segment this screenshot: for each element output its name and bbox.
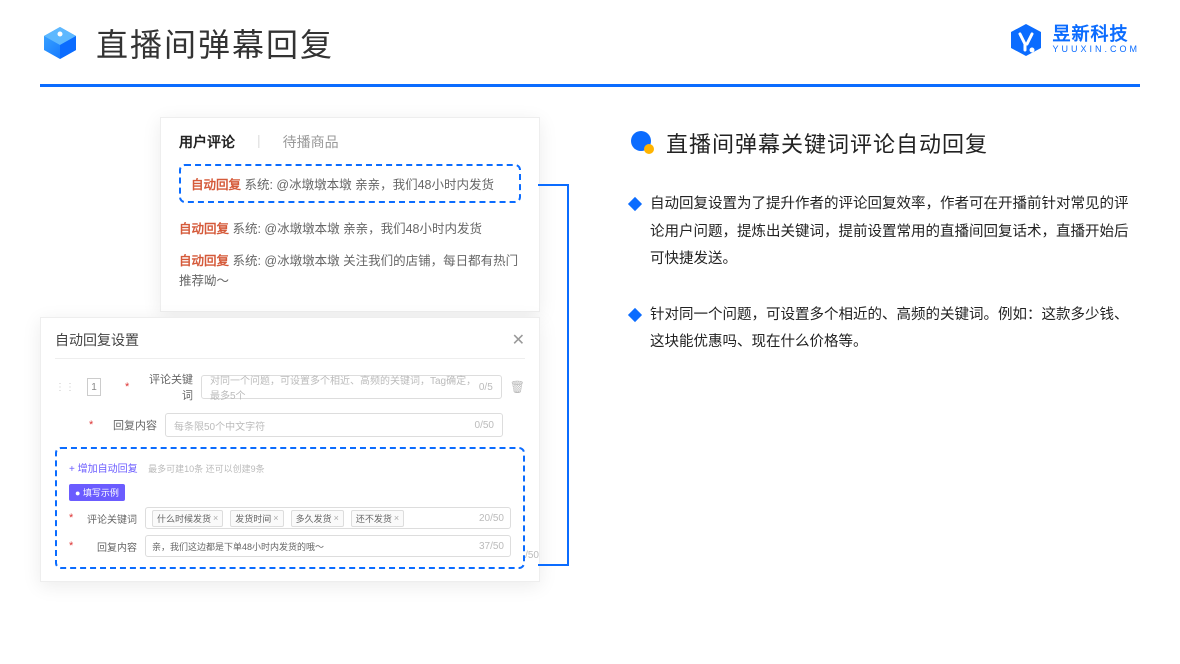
chip-remove-icon[interactable]: ×	[334, 513, 339, 523]
outer-count: /50	[525, 550, 545, 561]
keyword-chip[interactable]: 多久发货×	[291, 510, 344, 527]
ex-label-content: 回复内容	[85, 539, 137, 554]
add-reply-link[interactable]: + 增加自动回复	[69, 464, 138, 475]
keyword-chip[interactable]: 发货时间×	[230, 510, 283, 527]
brand-icon	[1008, 22, 1044, 58]
bubble-icon	[630, 130, 656, 156]
chip-remove-icon[interactable]: ×	[273, 513, 278, 523]
reply-text: 系统: @冰墩墩本墩 关注我们的店铺，每日都有热门推荐呦～	[179, 254, 518, 288]
required-star: *	[125, 381, 133, 393]
tab-user-comments[interactable]: 用户评论	[179, 132, 235, 152]
diamond-icon	[628, 308, 642, 322]
close-icon[interactable]: ✕	[512, 330, 525, 350]
diamond-icon	[628, 197, 642, 211]
keyword-input[interactable]: 对同一个问题，可设置多个相近、高频的关键词，Tag确定，最多5个 0/5	[201, 375, 502, 399]
example-keyword-input[interactable]: 什么时候发货× 发货时间× 多久发货× 还不发货× 20/50	[145, 507, 511, 529]
tab-pending-goods[interactable]: 待播商品	[283, 132, 339, 152]
required-star: *	[89, 419, 97, 431]
chip-remove-icon[interactable]: ×	[394, 513, 399, 523]
keyword-chip[interactable]: 什么时候发货×	[152, 510, 223, 527]
chip-count: 20/50	[479, 513, 504, 524]
label-keyword: 评论关键词	[141, 371, 193, 403]
reply-line-3: 自动回复 系统: @冰墩墩本墩 关注我们的店铺，每日都有热门推荐呦～	[179, 245, 521, 297]
label-content: 回复内容	[105, 417, 157, 433]
settings-modal: 自动回复设置 ✕ ⋮⋮ 1 * 评论关键词 对同一个问题，可设置多个相近、高频的…	[40, 317, 540, 582]
brand-name-cn: 昱新科技	[1052, 25, 1140, 45]
brand-logo: 昱新科技 YUUXIN.COM	[1008, 22, 1140, 58]
drag-handle-icon[interactable]: ⋮⋮	[55, 382, 75, 393]
bullet-text: 自动回复设置为了提升作者的评论回复效率，作者可在开播前针对常见的评论用户问题，提…	[650, 191, 1140, 274]
cube-icon	[40, 23, 80, 63]
chip-container: 什么时候发货× 发货时间× 多久发货× 还不发货×	[152, 510, 407, 527]
keyword-count: 0/5	[479, 382, 493, 393]
keyword-placeholder: 对同一个问题，可设置多个相近、高频的关键词，Tag确定，最多5个	[210, 372, 479, 402]
brand-name-en: YUUXIN.COM	[1052, 45, 1140, 55]
auto-reply-tag: 自动回复	[179, 222, 229, 236]
page-title: 直播间弹幕回复	[96, 20, 334, 66]
reply-line-2: 自动回复 系统: @冰墩墩本墩 亲亲，我们48小时内发货	[179, 213, 521, 245]
example-badge: ● 填写示例	[69, 484, 125, 501]
keyword-chip[interactable]: 还不发货×	[351, 510, 404, 527]
reply-text: 系统: @冰墩墩本墩 亲亲，我们48小时内发货	[241, 178, 494, 192]
content-count: 0/50	[475, 420, 494, 431]
content-placeholder: 每条限50个中文字符	[174, 418, 265, 433]
example-content-text: 亲，我们这边都是下单48小时内发货的哦～	[152, 540, 324, 553]
bullet-2: 针对同一个问题，可设置多个相近的、高频的关键词。例如：这款多少钱、这块能优惠吗、…	[630, 302, 1140, 357]
example-content-count: 37/50	[479, 541, 504, 552]
required-star: *	[69, 512, 77, 524]
tab-divider: |	[257, 132, 261, 152]
trash-icon[interactable]: 🗑	[510, 380, 525, 394]
auto-reply-tag: 自动回复	[191, 178, 241, 192]
row-number: 1	[87, 378, 101, 396]
highlighted-reply: 自动回复 系统: @冰墩墩本墩 亲亲，我们48小时内发货	[179, 164, 521, 203]
ex-label-keyword: 评论关键词	[85, 511, 137, 526]
bullet-text: 针对同一个问题，可设置多个相近的、高频的关键词。例如：这款多少钱、这块能优惠吗、…	[650, 302, 1140, 357]
section-title: 直播间弹幕关键词评论自动回复	[666, 127, 988, 159]
required-star: *	[69, 540, 77, 552]
add-reply-hint: 最多可建10条 还可以创建9条	[148, 464, 265, 474]
auto-reply-tag: 自动回复	[179, 254, 229, 268]
modal-title: 自动回复设置	[55, 330, 139, 350]
example-box: + 增加自动回复 最多可建10条 还可以创建9条 ● 填写示例 * 评论关键词 …	[55, 447, 525, 569]
bullet-1: 自动回复设置为了提升作者的评论回复效率，作者可在开播前针对常见的评论用户问题，提…	[630, 191, 1140, 274]
chip-remove-icon[interactable]: ×	[213, 513, 218, 523]
reply-text: 系统: @冰墩墩本墩 亲亲，我们48小时内发货	[229, 222, 482, 236]
comments-card: 用户评论 | 待播商品 自动回复 系统: @冰墩墩本墩 亲亲，我们48小时内发货…	[160, 117, 540, 312]
content-input[interactable]: 每条限50个中文字符 0/50	[165, 413, 503, 437]
example-content-input[interactable]: 亲，我们这边都是下单48小时内发货的哦～ 37/50	[145, 535, 511, 557]
